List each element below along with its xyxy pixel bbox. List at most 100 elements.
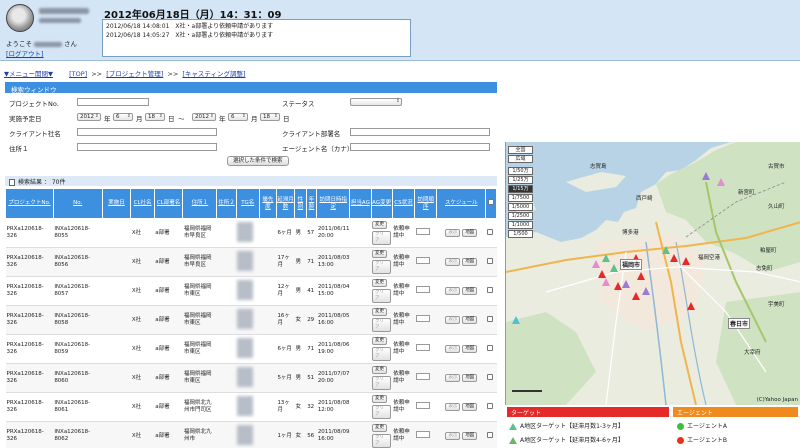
- visit-order-input[interactable]: [415, 257, 430, 264]
- display-button[interactable]: 表示: [445, 316, 461, 324]
- change-button[interactable]: 変更: [372, 395, 387, 403]
- column-header[interactable]: 訪問順序: [414, 188, 438, 219]
- clear-button[interactable]: クリア: [372, 434, 392, 448]
- map-button[interactable]: 地図: [462, 287, 478, 295]
- agent-input[interactable]: [350, 143, 490, 151]
- column-header[interactable]: 訪問日時指定: [316, 188, 351, 219]
- column-header[interactable]: TG名: [235, 188, 260, 219]
- client-dept-input[interactable]: [350, 128, 490, 136]
- change-button[interactable]: 変更: [372, 221, 387, 229]
- table-row[interactable]: PRXa120618-326 INXa120618-8059 X社 a部署 福岡県福岡市…: [5, 334, 497, 364]
- column-header[interactable]: CS状況: [391, 188, 416, 219]
- change-button[interactable]: 変更: [372, 250, 387, 258]
- change-button[interactable]: 変更: [372, 337, 387, 345]
- zoom-scale-button[interactable]: 1/5000: [508, 203, 533, 211]
- clear-button[interactable]: クリア: [372, 376, 392, 390]
- column-header[interactable]: 性別: [294, 188, 307, 219]
- display-button[interactable]: 表示: [445, 345, 461, 353]
- notification-box[interactable]: 2012/06/18 14:08:01 X社・a部署より依頼申請があります 20…: [102, 19, 411, 57]
- column-header[interactable]: 住所１: [182, 188, 218, 219]
- from-year-select[interactable]: 2012: [77, 113, 101, 121]
- visit-order-input[interactable]: [415, 344, 430, 351]
- visit-order-input[interactable]: [415, 431, 430, 438]
- clear-button[interactable]: クリア: [372, 289, 392, 303]
- logout-link[interactable]: [ログアウト]: [6, 48, 44, 58]
- row-checkbox[interactable]: [486, 257, 493, 264]
- map-button[interactable]: 地図: [462, 258, 478, 266]
- column-header[interactable]: [485, 188, 497, 219]
- to-month-select[interactable]: 6: [228, 113, 248, 121]
- row-checkbox[interactable]: [486, 228, 493, 235]
- from-month-select[interactable]: 6: [113, 113, 133, 121]
- column-header[interactable]: CL社名: [130, 188, 155, 219]
- from-day-select[interactable]: 18: [145, 113, 165, 121]
- display-button[interactable]: 表示: [445, 374, 461, 382]
- clear-button[interactable]: クリア: [372, 347, 392, 361]
- table-row[interactable]: PRXa120618-326 INXa120618-8061 X社 a部署 福岡県北九州…: [5, 392, 497, 422]
- breadcrumb-casting[interactable]: [キャスティング調整]: [182, 70, 245, 78]
- column-header[interactable]: 実施日: [101, 188, 132, 219]
- table-row[interactable]: PRXa120618-326 INXa120618-8057 X社 a部署 福岡県福岡市…: [5, 276, 497, 306]
- zoom-scale-button[interactable]: 1/1000: [508, 221, 533, 229]
- search-button[interactable]: 選択した条件で検索: [227, 156, 289, 166]
- project-no-input[interactable]: [77, 98, 149, 106]
- display-button[interactable]: 表示: [445, 229, 461, 237]
- clear-button[interactable]: クリア: [372, 260, 392, 274]
- zoom-scale-button[interactable]: 1/25万: [508, 176, 533, 184]
- table-row[interactable]: PRXa120618-326 INXa120618-8055 X社 a部署 福岡県福岡市…: [5, 218, 497, 248]
- change-button[interactable]: 変更: [372, 308, 387, 316]
- change-button[interactable]: 変更: [372, 424, 387, 432]
- column-header[interactable]: 住所２: [216, 188, 237, 219]
- zoom-scale-button[interactable]: 1/15万: [508, 185, 533, 193]
- display-button[interactable]: 表示: [445, 432, 461, 440]
- zoom-button[interactable]: 全国: [508, 146, 533, 154]
- zoom-scale-button[interactable]: 1/7500: [508, 194, 533, 202]
- select-all-checkbox[interactable]: [488, 199, 495, 205]
- change-button[interactable]: 変更: [372, 279, 387, 287]
- column-header[interactable]: No.: [52, 188, 103, 219]
- column-header[interactable]: 年齢: [305, 188, 318, 219]
- column-header[interactable]: プロジェクトNo.: [5, 188, 54, 219]
- map-button[interactable]: 地図: [462, 374, 478, 382]
- change-button[interactable]: 変更: [372, 366, 387, 374]
- breadcrumb-top[interactable]: [TOP]: [69, 70, 87, 78]
- column-header[interactable]: AG変更: [370, 188, 393, 219]
- visit-order-input[interactable]: [415, 286, 430, 293]
- client-input[interactable]: [77, 128, 217, 136]
- visit-order-input[interactable]: [415, 315, 430, 322]
- column-header[interactable]: CL部署名: [153, 188, 184, 219]
- map-button[interactable]: 地図: [462, 316, 478, 324]
- zoom-button[interactable]: 広域: [508, 155, 533, 163]
- clear-button[interactable]: クリア: [372, 405, 392, 419]
- table-row[interactable]: PRXa120618-326 INXa120618-8060 X社 a部署 福岡県福岡市…: [5, 363, 497, 393]
- map-button[interactable]: 地図: [462, 345, 478, 353]
- row-checkbox[interactable]: [486, 431, 493, 438]
- map-button[interactable]: 地図: [462, 403, 478, 411]
- column-header[interactable]: 延滞月数: [275, 188, 296, 219]
- column-header[interactable]: 担当AG: [349, 188, 372, 219]
- map-button[interactable]: 地図: [462, 229, 478, 237]
- map-view[interactable]: 福岡市 福岡空港 春日市 博多港 古賀市 志免町 粕屋町 宇美町 大宰府 久山町…: [505, 142, 800, 405]
- table-row[interactable]: PRXa120618-326 INXa120618-8058 X社 a部署 福岡県福岡市…: [5, 305, 497, 335]
- table-row[interactable]: PRXa120618-326 INXa120618-8056 X社 a部署 福岡県福岡市…: [5, 247, 497, 277]
- visit-order-input[interactable]: [415, 402, 430, 409]
- map-canvas[interactable]: [506, 142, 800, 405]
- breadcrumb-project[interactable]: [プロジェクト管理]: [106, 70, 163, 78]
- zoom-scale-button[interactable]: 1/50万: [508, 167, 533, 175]
- map-button[interactable]: 地図: [462, 432, 478, 440]
- clear-button[interactable]: クリア: [372, 318, 392, 332]
- display-button[interactable]: 表示: [445, 287, 461, 295]
- row-checkbox[interactable]: [486, 402, 493, 409]
- menu-toggle-link[interactable]: ▼メニュー開閉▼: [4, 70, 53, 78]
- column-header[interactable]: スケジュール: [436, 188, 487, 219]
- visit-order-input[interactable]: [415, 373, 430, 380]
- zoom-scale-button[interactable]: 1/500: [508, 230, 533, 238]
- row-checkbox[interactable]: [486, 373, 493, 380]
- display-button[interactable]: 表示: [445, 403, 461, 411]
- to-day-select[interactable]: 18: [260, 113, 280, 121]
- zoom-scale-button[interactable]: 1/2500: [508, 212, 533, 220]
- status-select[interactable]: [350, 98, 402, 106]
- visit-order-input[interactable]: [415, 228, 430, 235]
- clear-button[interactable]: クリア: [372, 231, 392, 245]
- column-header[interactable]: 優先度: [258, 188, 277, 219]
